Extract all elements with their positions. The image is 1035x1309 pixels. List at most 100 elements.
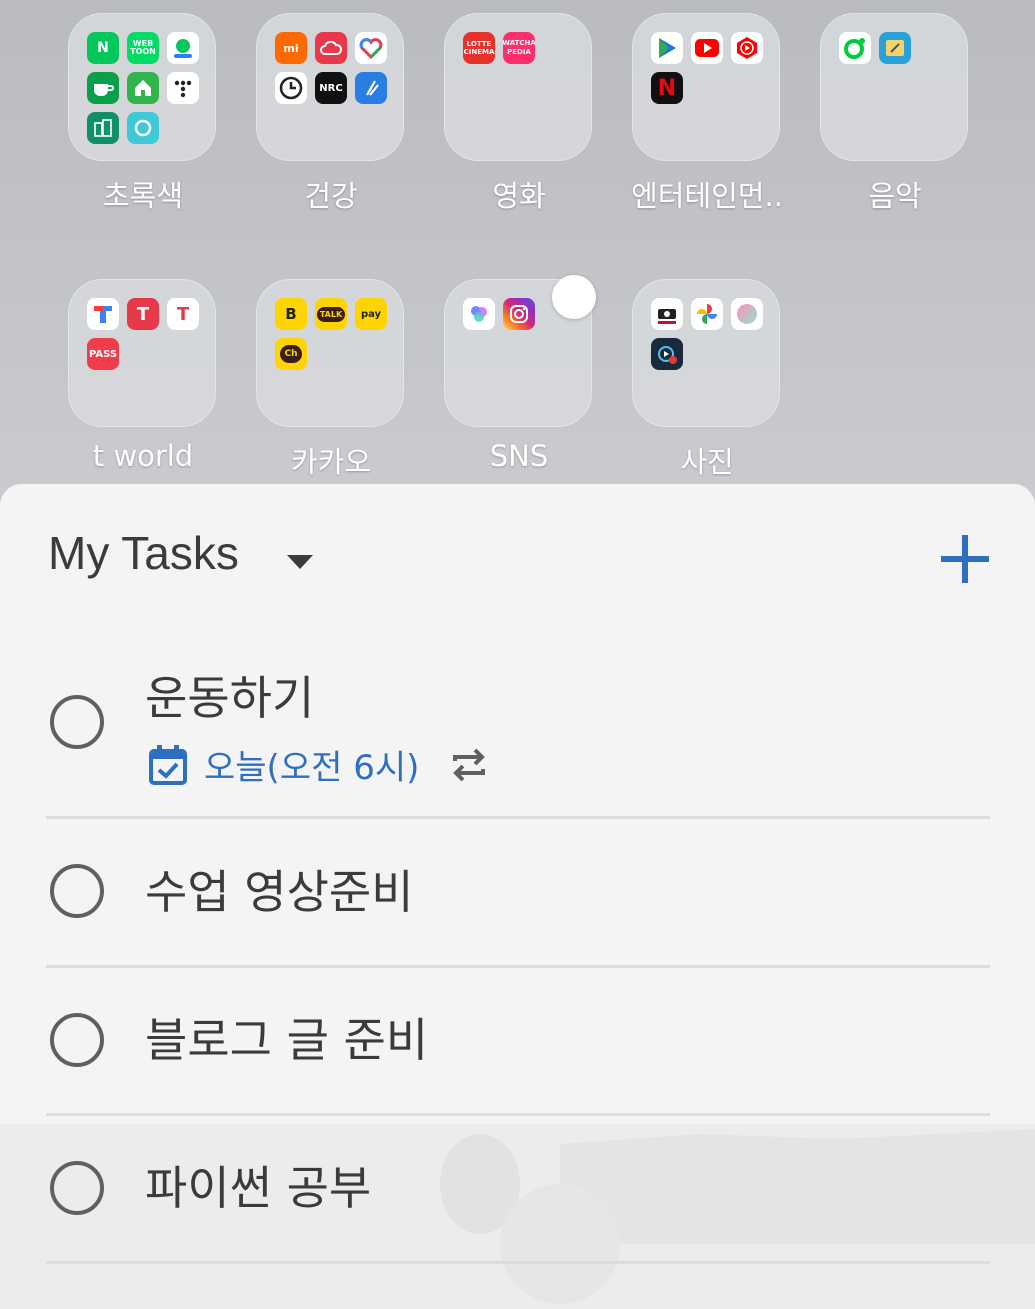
folder-icon — [820, 13, 968, 161]
watcha-pedia-icon: WATCHA PEDIA — [503, 32, 535, 64]
building-icon — [94, 119, 112, 137]
kakao-talk-icon: TALK — [315, 298, 347, 330]
netflix-letter: N — [657, 75, 677, 101]
folder-tworld[interactable]: T T PASS t world — [68, 279, 218, 473]
naver-letter: N — [97, 40, 109, 56]
folder-icon: mi NRC — [256, 13, 404, 161]
somoim-icon — [463, 298, 495, 330]
photo-app-icon — [731, 298, 763, 330]
folder-label: SNS — [489, 439, 549, 473]
task-complete-checkbox[interactable] — [50, 864, 104, 918]
circle-app-icon — [127, 112, 159, 144]
mi-text: mi — [283, 41, 299, 55]
folder-music[interactable]: 음악 — [820, 13, 970, 213]
video-play-icon — [658, 346, 677, 364]
lotte-cinema-icon: LOTTE CINEMA — [463, 32, 495, 64]
folder-green[interactable]: N WEB TOON 초록색 — [68, 13, 218, 213]
task-complete-checkbox[interactable] — [50, 1013, 104, 1067]
cup-icon — [94, 84, 114, 96]
folder-health[interactable]: mi NRC 건강 — [256, 13, 406, 213]
pay-text: pay — [360, 308, 382, 320]
divider — [46, 1261, 990, 1264]
channel-bubble: Ch — [280, 345, 302, 363]
t-letter-icon — [94, 306, 112, 323]
t-app-letter: T — [136, 303, 150, 325]
music-player-icon — [879, 32, 911, 64]
pass-text: PASS — [88, 348, 118, 360]
task-complete-checkbox[interactable] — [50, 695, 104, 749]
folder-movie[interactable]: LOTTE CINEMA WATCHA PEDIA 영화 — [444, 13, 594, 213]
youtube-icon — [691, 32, 723, 64]
task-due-text: 오늘(오전 6시) — [204, 748, 420, 788]
map-pin-icon — [174, 39, 192, 58]
play-triangle-icon — [659, 38, 676, 58]
cinema-text: CINEMA — [463, 48, 495, 56]
folder-label: 초록색 — [102, 179, 184, 213]
kakao-channel-icon: Ch — [275, 338, 307, 370]
music-play-icon — [737, 37, 757, 59]
folder-icon: T T PASS — [68, 279, 216, 427]
task-title: 수업 영상준비 — [145, 865, 414, 919]
folder-entertainment[interactable]: N 엔터테인먼.. — [631, 13, 783, 213]
calendar-check-icon — [149, 744, 187, 785]
dots-icon — [174, 80, 192, 98]
building-app-icon — [87, 112, 119, 144]
gradient-circle-icon — [737, 304, 757, 324]
drag-indicator[interactable] — [552, 275, 596, 319]
camera-icon — [658, 309, 676, 324]
task-title: 블로그 글 준비 — [145, 1013, 429, 1067]
t-app-icon: T — [127, 298, 159, 330]
folder-label: t world — [92, 439, 194, 473]
repeat-icon — [453, 748, 486, 781]
video-app-icon — [651, 338, 683, 370]
kakao-bank-icon: B — [275, 298, 307, 330]
list-title[interactable]: My Tasks — [48, 526, 239, 580]
heart-icon — [359, 38, 383, 59]
health-heart-icon — [355, 32, 387, 64]
t-shop-letter: T — [176, 303, 190, 325]
t-shop-icon: T — [167, 298, 199, 330]
ring-icon — [134, 119, 152, 137]
clock-icon — [279, 76, 303, 100]
task-complete-checkbox[interactable] — [50, 1161, 104, 1215]
melon-icon — [839, 32, 871, 64]
canon-camera-icon — [651, 298, 683, 330]
folder-icon: B TALK pay Ch — [256, 279, 404, 427]
bolt-icon — [366, 80, 379, 96]
list-dropdown-button[interactable] — [278, 540, 322, 584]
naver-map-icon — [167, 32, 199, 64]
task-title: 운동하기 — [145, 671, 315, 725]
player-icon — [886, 40, 904, 56]
add-task-button[interactable] — [930, 524, 1000, 594]
folder-icon: N WEB TOON — [68, 13, 216, 161]
folder-icon: LOTTE CINEMA WATCHA PEDIA — [444, 13, 592, 161]
folder-photo[interactable]: 사진 — [632, 279, 782, 479]
folder-label: 음악 — [868, 179, 922, 213]
task-title: 파이썬 공부 — [145, 1161, 372, 1215]
camera-outline-icon — [510, 305, 528, 323]
kakao-bank-letter: B — [285, 305, 297, 323]
watcha-text: WATCHA — [503, 39, 535, 47]
folder-kakao[interactable]: B TALK pay Ch 카카오 — [256, 279, 406, 479]
bubbles-icon — [471, 306, 487, 322]
tasks-widget: My Tasks 운동하기 오늘(오전 6시) 수업 영상준비 블로그 글 준비… — [0, 484, 1035, 1309]
google-photos-icon — [691, 298, 723, 330]
instagram-icon — [503, 298, 535, 330]
folder-icon: N — [632, 13, 780, 161]
folder-label: 영화 — [492, 179, 546, 213]
plus-icon — [941, 535, 989, 583]
widget-header: My Tasks — [0, 484, 1035, 624]
home-app-icon — [127, 72, 159, 104]
play-store-icon — [651, 32, 683, 64]
folder-icon — [632, 279, 780, 427]
house-icon — [135, 80, 151, 96]
folder-label: 엔터테인먼.. — [631, 179, 783, 213]
divider — [46, 965, 990, 968]
divider — [46, 816, 990, 819]
t-world-icon — [87, 298, 119, 330]
folder-label: 사진 — [680, 445, 734, 479]
nike-run-club-icon: NRC — [315, 72, 347, 104]
pedia-text: PEDIA — [507, 48, 531, 56]
dots-app-icon — [167, 72, 199, 104]
naver-icon: N — [87, 32, 119, 64]
